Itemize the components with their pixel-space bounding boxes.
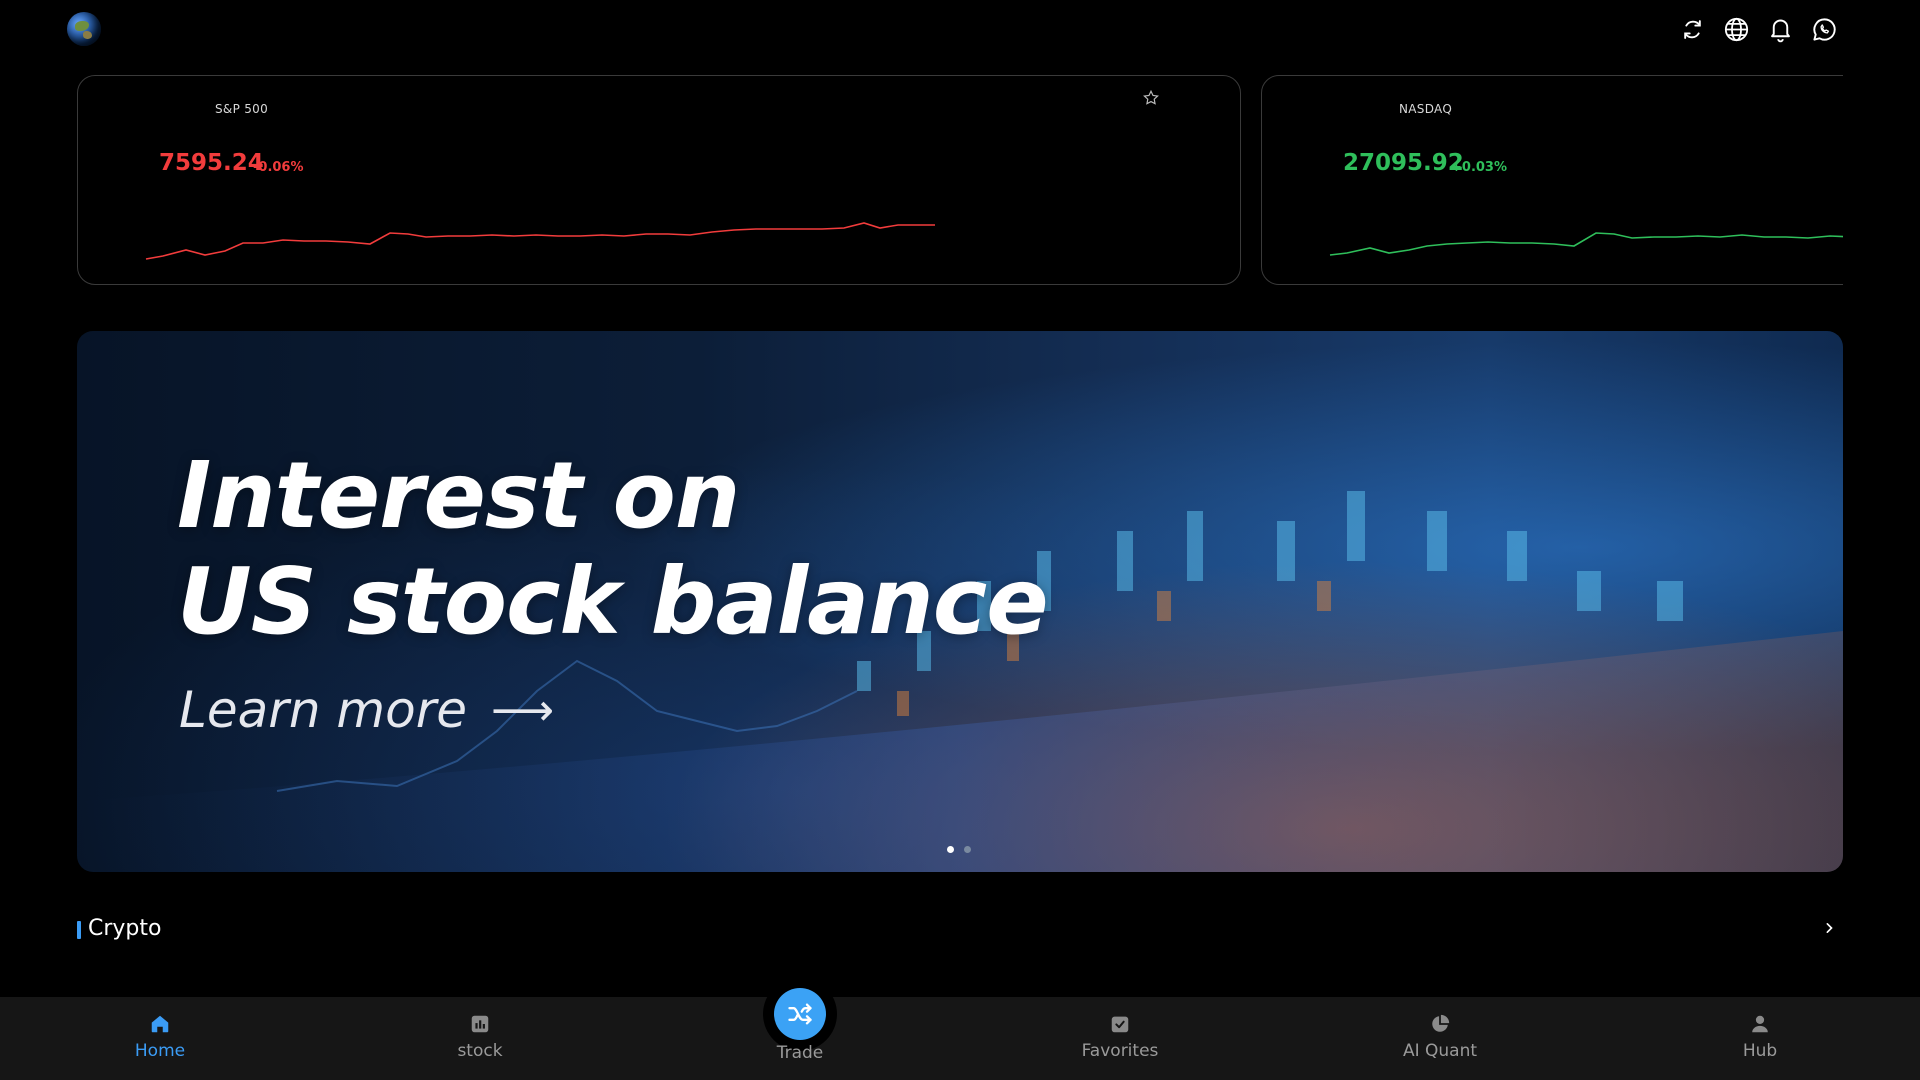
tab-hub[interactable]: Hub [1660, 997, 1860, 1080]
chat-icon[interactable] [1810, 15, 1838, 43]
top-icon-group [1678, 15, 1838, 43]
shuffle-icon [788, 1003, 812, 1025]
crypto-section-header: Crypto [77, 916, 1843, 946]
sparkline-sp500 [145, 222, 935, 260]
user-icon [1752, 1015, 1768, 1033]
section-accent-bar [77, 921, 81, 939]
trade-button[interactable] [763, 977, 837, 1051]
check-folder-icon [1111, 1016, 1129, 1033]
banner-title-line-2: US stock balance [177, 548, 1049, 655]
tab-label: Hub [1742, 1041, 1778, 1061]
banner-title-line-1: Interest on [177, 442, 740, 549]
ticker-name: S&P 500 [215, 102, 269, 116]
tab-stock[interactable]: stock [380, 997, 580, 1080]
tab-home[interactable]: Home [60, 997, 260, 1080]
tab-label: Home [134, 1041, 186, 1061]
carousel-dot-2[interactable] [964, 846, 971, 853]
tab-label: stock [457, 1041, 503, 1061]
index-ticker-carousel[interactable]: S&P 500 7595.24 -0.06% NASDAQ 27095.92 +… [77, 75, 1843, 285]
tab-ai-quant[interactable]: AI Quant [1340, 997, 1540, 1080]
tab-label: Favorites [1081, 1041, 1159, 1061]
bottom-tab-bar: Home stock Favorites AI Quant Hub [0, 997, 1920, 1080]
arrow-right-icon: ⟶ [491, 684, 555, 736]
top-bar [0, 0, 1920, 58]
promo-banner[interactable]: Interest on US stock balance Learn more … [77, 331, 1843, 872]
ticker-price: 27095.92 [1343, 150, 1464, 176]
home-icon [151, 1015, 169, 1033]
tab-favorites[interactable]: Favorites [1020, 997, 1220, 1080]
tab-label: AI Quant [1402, 1041, 1478, 1061]
learn-more-label: Learn more [179, 681, 468, 739]
pie-chart-icon [1432, 1014, 1450, 1032]
carousel-dots [947, 846, 971, 853]
ticker-card-sp500[interactable]: S&P 500 7595.24 -0.06% [77, 75, 1241, 285]
globe-icon[interactable] [1722, 15, 1750, 43]
bell-icon[interactable] [1766, 15, 1794, 43]
learn-more-link[interactable]: Learn more ⟶ [179, 681, 554, 739]
star-outline-icon[interactable] [1142, 89, 1160, 107]
chevron-right-icon[interactable] [1819, 918, 1839, 938]
ticker-card-nasdaq[interactable]: NASDAQ 27095.92 +0.03% [1261, 75, 1843, 285]
refresh-icon[interactable] [1678, 15, 1706, 43]
carousel-dot-1[interactable] [947, 846, 954, 853]
chart-icon [471, 1015, 489, 1033]
ticker-change: +0.03% [1451, 160, 1507, 175]
sparkline-nasdaq [1329, 232, 1843, 256]
banner-title: Interest on US stock balance [177, 443, 1177, 655]
ticker-change: -0.06% [253, 160, 304, 175]
section-title: Crypto [88, 916, 162, 941]
tab-trade-label[interactable]: Trade [700, 1043, 900, 1063]
ticker-price: 7595.24 [159, 150, 264, 176]
globe-logo[interactable] [67, 12, 101, 46]
trade-button-circle [774, 988, 826, 1040]
ticker-name: NASDAQ [1399, 102, 1453, 116]
